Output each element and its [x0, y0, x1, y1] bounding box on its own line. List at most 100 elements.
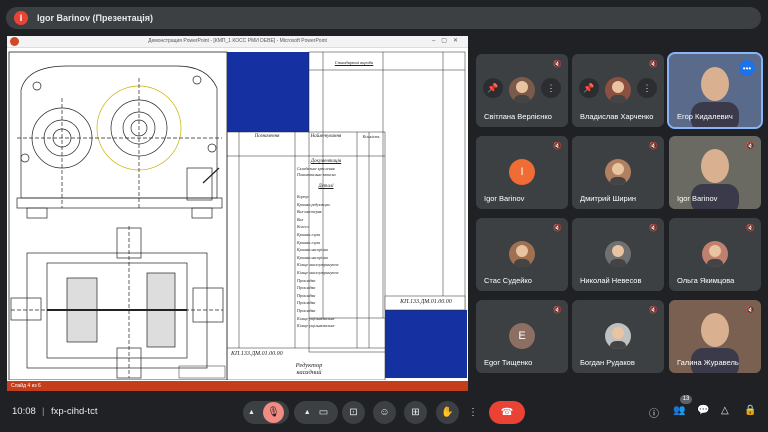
meeting-code: fxp-cihd-tct: [51, 406, 98, 417]
presenter-label: Igor Barinov (Презентація): [37, 13, 153, 23]
spec-row: Прокладка: [297, 285, 316, 291]
participant-tile[interactable]: E 🔇 Egor Тищенко: [476, 300, 568, 373]
reactions-button[interactable]: ☺: [373, 401, 396, 424]
participant-tile[interactable]: 🔇 Ольга Якимцова: [669, 218, 761, 291]
spec-row: Прокладка: [297, 292, 316, 298]
participant-tile[interactable]: 🔇 Галина Журавель: [669, 300, 761, 373]
participant-tile[interactable]: 🔇 Богдан Рудаков: [572, 300, 664, 373]
more-options-button[interactable]: ⋮: [464, 401, 482, 424]
hand-icon: ✋: [441, 407, 454, 418]
engineering-drawing: [8, 51, 467, 381]
spec-row: Кришка редуктора: [297, 201, 330, 207]
spec-row: Вал-шестерня: [297, 209, 322, 215]
participant-name: Егор Кидалевич: [677, 112, 733, 121]
info-icon[interactable]: ⓘ: [649, 405, 659, 420]
present-button[interactable]: ⊞: [404, 401, 427, 424]
spec-row: Прокладка: [297, 277, 316, 283]
participant-name: Стас Судейко: [484, 276, 532, 285]
activities-icon[interactable]: △: [721, 405, 729, 416]
presentation-window-title: Демонстрация PowerPoint - [КМП_1 КОСС РМ…: [148, 38, 327, 44]
more-vert-icon[interactable]: ⋮: [637, 78, 657, 98]
host-controls-icon[interactable]: 🔒: [744, 405, 756, 416]
mic-off-icon: 🔇: [746, 225, 755, 232]
raise-hand-button[interactable]: ✋: [436, 401, 459, 424]
participant-tile[interactable]: 🔇 Дмитрий Ширин: [572, 136, 664, 209]
spec-section-standard: Стандартні вироби: [334, 60, 374, 65]
spec-detail-rows: Корпус Кришка редуктора Вал-шестерня Вал Кол…: [297, 193, 357, 330]
spec-col-qty: Кількість: [362, 134, 380, 139]
spec-row: Кришка глуха: [297, 231, 321, 237]
spec-row: Вал: [297, 216, 304, 222]
participant-tile[interactable]: 🔇 Стас Судейко: [476, 218, 568, 291]
captions-icon: ⊡: [349, 407, 358, 418]
stamp-code-bottom: КП.133.ДМ.01.00.00: [231, 351, 283, 357]
more-vert-icon: ⋮: [468, 407, 478, 418]
clock: 10:08: [12, 406, 36, 417]
stamp-title: Редуктор касадний: [295, 362, 323, 376]
slide-canvas: Позначення Найменування Кількість Докуме…: [7, 48, 468, 381]
spec-row: Кришка наскрізна: [297, 247, 328, 253]
end-call-button[interactable]: ☎: [489, 401, 525, 424]
call-end-icon: ☎: [500, 407, 514, 418]
participant-name: Ольга Якимцова: [677, 276, 735, 285]
spec-row: Кільце маслоутримуюче: [297, 269, 339, 275]
avatar: [605, 323, 631, 349]
slide-counter: Слайд 4 из 6: [11, 383, 41, 389]
pin-icon[interactable]: 📌: [579, 78, 599, 98]
chevron-up-icon[interactable]: ▲: [304, 409, 311, 416]
spec-row: Прокладка: [297, 307, 316, 313]
participant-tile[interactable]: 📌 ⋮ 🔇 Світлана Верлієнко: [476, 54, 568, 127]
spec-row: Кришка глуха: [297, 239, 321, 245]
participant-tile[interactable]: 🔇 Николай Невесов: [572, 218, 664, 291]
presenting-icon: I: [14, 11, 28, 25]
more-vert-icon[interactable]: ⋮: [541, 78, 561, 98]
mic-off-icon[interactable]: 🎙: [262, 402, 284, 423]
emoji-icon: ☺: [379, 407, 390, 418]
participant-tile[interactable]: 📌 ⋮ 🔇 Владислав Харченко: [572, 54, 664, 127]
tile-options-icon[interactable]: •••: [739, 60, 755, 76]
camera-button[interactable]: ▲ ▭: [294, 401, 338, 424]
presenter-banner: I Igor Barinov (Презентація): [6, 7, 761, 29]
presentation-statusbar: Слайд 4 из 6: [7, 381, 468, 391]
mic-off-icon: 🔇: [649, 307, 658, 314]
participant-tile[interactable]: ••• Егор Кидалевич: [667, 52, 763, 129]
present-icon: ⊞: [411, 407, 420, 418]
spec-section-details: Деталі: [318, 184, 334, 189]
tile-hover-controls: 📌 ⋮: [572, 78, 664, 98]
presentation-window[interactable]: Демонстрация PowerPoint - [КМП_1 КОСС РМ…: [7, 36, 468, 391]
spec-documentation-rows: Складальне креслення Пояснювальна записка: [297, 166, 357, 178]
avatar: E: [509, 323, 535, 349]
spec-row: Кільце маслоутримуюче: [297, 262, 339, 268]
spec-row: Кільце ущільнювальне: [297, 315, 335, 321]
participant-tile[interactable]: 🔇 Igor Barinov: [669, 136, 761, 209]
camera-icon[interactable]: ▭: [319, 407, 328, 418]
participant-name: Богдан Рудаков: [580, 358, 635, 367]
mic-off-icon: 🔇: [649, 143, 658, 150]
chat-icon[interactable]: 💬: [697, 405, 709, 416]
participant-name: Николай Невесов: [580, 276, 642, 285]
spec-row: Прокладка: [297, 300, 316, 306]
mic-off-icon: 🔇: [746, 307, 755, 314]
participant-name: Igor Barinov: [484, 194, 525, 203]
mic-off-icon: 🔇: [553, 307, 562, 314]
people-icon[interactable]: 👥: [673, 405, 685, 416]
participant-name: Галина Журавель: [677, 358, 739, 367]
chevron-up-icon[interactable]: ▲: [248, 409, 255, 416]
mic-off-icon: 🔇: [649, 61, 658, 68]
spec-col-name: Найменування: [310, 134, 342, 139]
spec-row: Корпус: [297, 194, 310, 199]
mic-off-icon: 🔇: [746, 143, 755, 150]
presentation-titlebar: Демонстрация PowerPoint - [КМП_1 КОСС РМ…: [7, 36, 468, 48]
avatar: [605, 241, 631, 267]
avatar: [509, 241, 535, 267]
mic-off-icon: 🔇: [553, 61, 562, 68]
mic-off-icon: 🔇: [553, 143, 562, 150]
separator: |: [42, 406, 45, 417]
window-controls-icon: –▢✕: [431, 38, 464, 44]
mic-button[interactable]: ▲ 🎙: [243, 401, 289, 424]
spec-section-documentation: Документація: [310, 159, 342, 164]
avatar: [702, 241, 728, 267]
pin-icon[interactable]: 📌: [483, 78, 503, 98]
participant-tile[interactable]: I 🔇 Igor Barinov: [476, 136, 568, 209]
captions-button[interactable]: ⊡: [342, 401, 365, 424]
